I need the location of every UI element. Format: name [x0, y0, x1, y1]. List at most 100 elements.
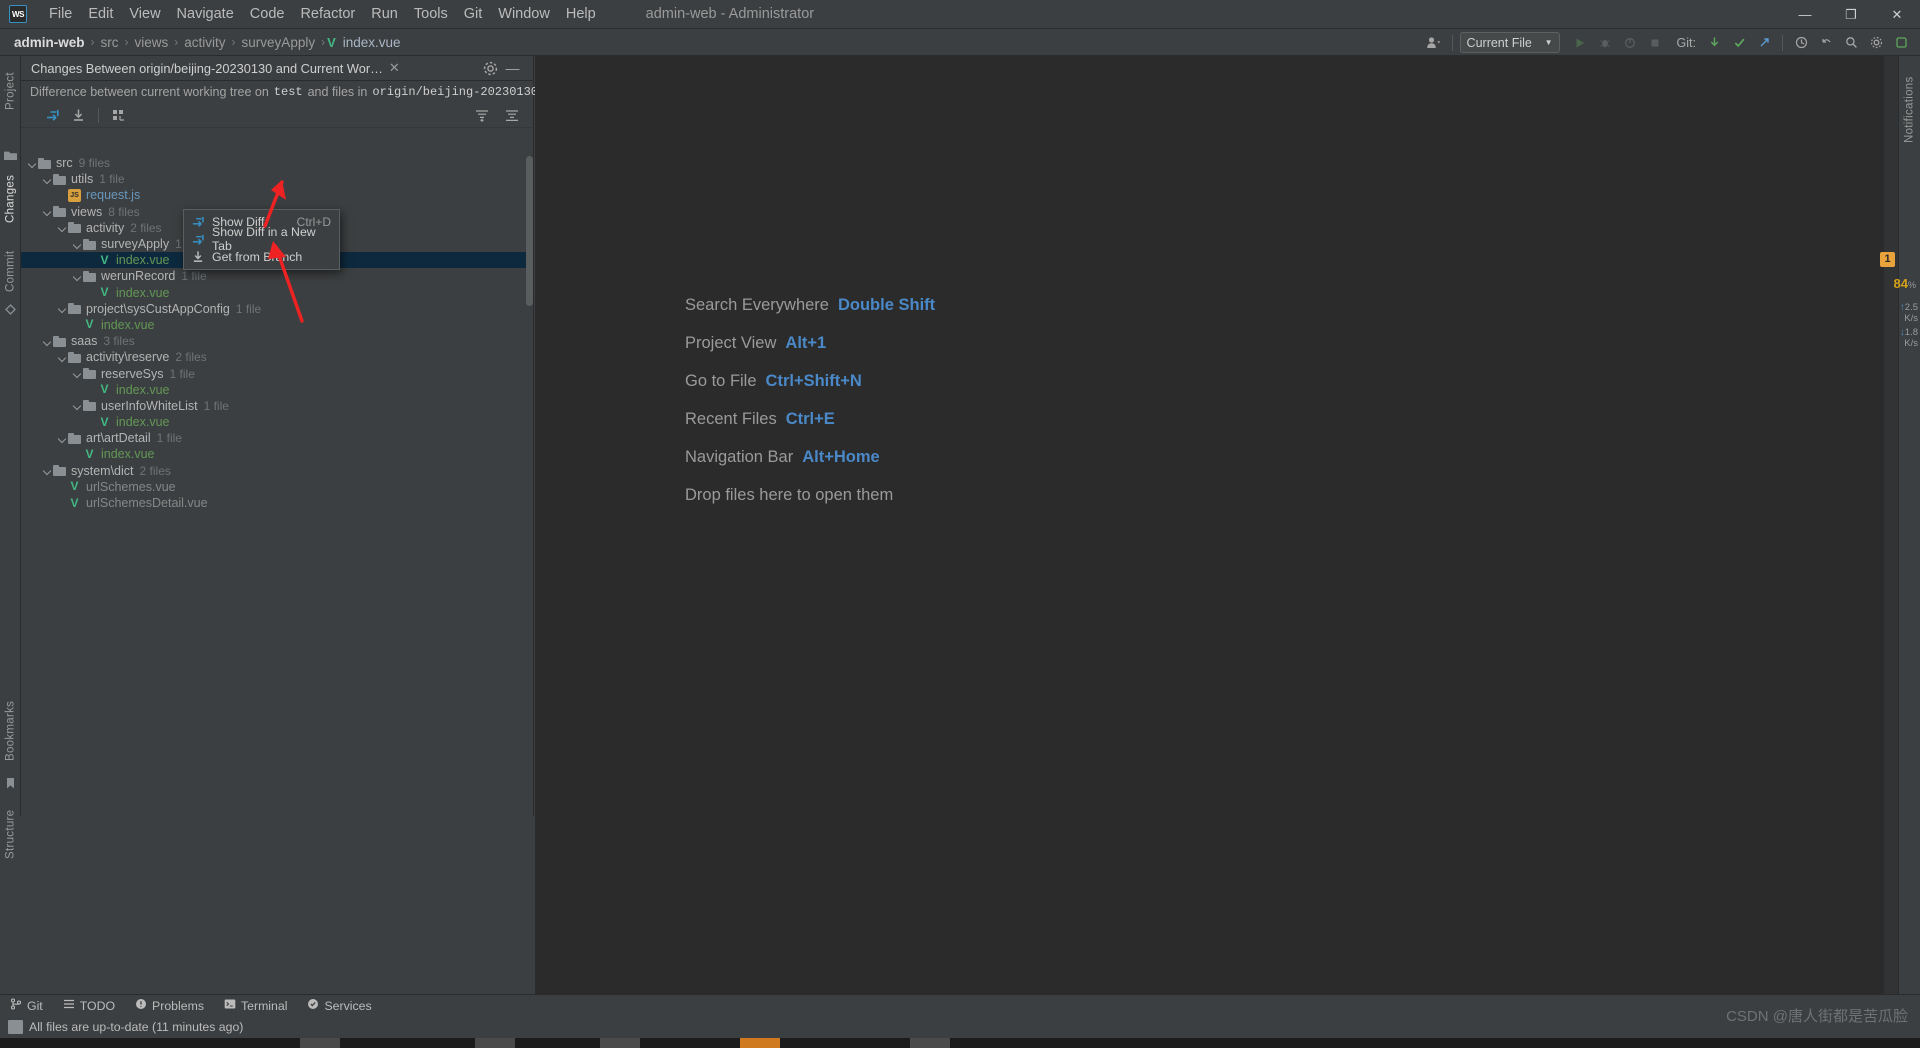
chevron-down-icon[interactable] — [42, 465, 53, 476]
tree-file-row[interactable]: Vindex.vue — [21, 317, 533, 333]
inspection-badge[interactable]: 1 — [1880, 252, 1895, 267]
profile-icon[interactable] — [1619, 32, 1641, 54]
sidebar-item-commit[interactable]: Commit — [0, 242, 21, 300]
tree-folder-row[interactable]: project\sysCustAppConfig 1 file — [21, 301, 533, 317]
collapse-all-icon[interactable] — [501, 104, 523, 126]
menu-refactor[interactable]: Refactor — [292, 3, 363, 25]
minimize-button[interactable]: — — [1782, 0, 1828, 29]
menu-view[interactable]: View — [121, 3, 168, 25]
chevron-down-icon[interactable] — [72, 368, 83, 379]
chevron-down-icon[interactable] — [42, 206, 53, 217]
watermark: CSDN @唐人街都是苦瓜脸 — [1726, 1008, 1908, 1025]
chevron-down-icon[interactable] — [72, 400, 83, 411]
folder-icon — [83, 238, 96, 250]
maximize-button[interactable]: ❐ — [1828, 0, 1874, 29]
show-diff-icon[interactable] — [41, 104, 63, 126]
menu-run[interactable]: Run — [363, 3, 406, 25]
tree-file-row[interactable]: Vindex.vue — [21, 446, 533, 462]
menu-code[interactable]: Code — [242, 3, 293, 25]
bottom-tab-terminal[interactable]: Terminal — [214, 995, 297, 1017]
menu-tools[interactable]: Tools — [406, 3, 456, 25]
debug-icon[interactable] — [1594, 32, 1616, 54]
tree-file-row[interactable]: Vindex.vue — [21, 382, 533, 398]
chevron-down-icon[interactable] — [27, 158, 38, 169]
tree-folder-row[interactable]: art\artDetail 1 file — [21, 430, 533, 446]
tree-folder-row[interactable]: src 9 files — [21, 155, 533, 171]
chevron-down-icon[interactable] — [42, 174, 53, 185]
menu-git[interactable]: Git — [456, 3, 491, 25]
chevron-down-icon[interactable] — [57, 222, 68, 233]
taskbar-item[interactable] — [910, 1038, 950, 1048]
tree-folder-row[interactable]: system\dict 2 files — [21, 463, 533, 479]
tree-folder-row[interactable]: reserveSys 1 file — [21, 365, 533, 381]
shortcut-key: Double Shift — [837, 296, 936, 314]
menu-help[interactable]: Help — [558, 3, 604, 25]
bottom-tab-git[interactable]: Git — [0, 995, 53, 1017]
tree-file-row[interactable]: VurlSchemesDetail.vue — [21, 495, 533, 511]
tree-folder-row[interactable]: utils 1 file — [21, 171, 533, 187]
plugin-icon[interactable] — [1890, 32, 1912, 54]
memory-indicator[interactable]: 84% — [1894, 276, 1916, 291]
breadcrumb-item-activity[interactable]: activity — [180, 33, 229, 52]
chevron-down-icon[interactable] — [72, 239, 83, 250]
expand-all-icon[interactable] — [471, 104, 493, 126]
history-icon[interactable] — [1790, 32, 1812, 54]
group-by-icon[interactable] — [108, 104, 130, 126]
close-icon[interactable]: ✕ — [389, 60, 400, 76]
sidebar-item-changes[interactable]: Changes — [0, 166, 21, 232]
download-icon[interactable] — [67, 104, 89, 126]
git-push-icon[interactable] — [1753, 32, 1775, 54]
breadcrumb-root[interactable]: admin-web — [10, 33, 89, 52]
minimize-icon[interactable]: — — [504, 60, 521, 77]
settings-icon[interactable] — [1865, 32, 1887, 54]
context-menu-item-show-diff-new-tab[interactable]: Show Diff in a New Tab — [184, 225, 339, 253]
taskbar-item[interactable] — [475, 1038, 515, 1048]
taskbar-item[interactable] — [600, 1038, 640, 1048]
sidebar-item-project[interactable]: Project — [0, 60, 21, 122]
todo-icon — [63, 998, 75, 1013]
window-title: admin-web - Administrator — [645, 6, 815, 22]
search-icon[interactable] — [1840, 32, 1862, 54]
close-button[interactable]: ✕ — [1874, 0, 1920, 29]
user-icon[interactable] — [1423, 32, 1445, 54]
tree-file-row[interactable]: Vindex.vue — [21, 285, 533, 301]
bottom-tab-todo[interactable]: TODO — [53, 995, 125, 1017]
run-configuration-selector[interactable]: Current File ▼ — [1459, 32, 1560, 53]
breadcrumb-item-src[interactable]: src — [97, 33, 123, 52]
run-icon[interactable] — [1569, 32, 1591, 54]
git-commit-icon[interactable] — [1728, 32, 1750, 54]
stop-icon[interactable] — [1644, 32, 1666, 54]
git-update-icon[interactable] — [1703, 32, 1725, 54]
undo-icon[interactable] — [1815, 32, 1837, 54]
tree-file-row[interactable]: JS request.js — [21, 187, 533, 203]
menu-window[interactable]: Window — [490, 3, 558, 25]
taskbar-item[interactable] — [300, 1038, 340, 1048]
bottom-tab-problems[interactable]: Problems — [125, 995, 214, 1017]
tree-file-row[interactable]: Vindex.vue — [21, 414, 533, 430]
gear-icon[interactable] — [482, 60, 499, 77]
sidebar-item-structure[interactable]: Structure — [0, 796, 21, 872]
chevron-down-icon[interactable] — [57, 352, 68, 363]
chevron-down-icon[interactable] — [42, 336, 53, 347]
sidebar-item-bookmarks[interactable]: Bookmarks — [0, 692, 21, 770]
menu-navigate[interactable]: Navigate — [169, 3, 242, 25]
tree-folder-row[interactable]: activity\reserve 2 files — [21, 349, 533, 365]
tree-folder-row[interactable]: werunRecord 1 file — [21, 268, 533, 284]
tree-file-row[interactable]: VurlSchemes.vue — [21, 479, 533, 495]
breadcrumb-file[interactable]: index.vue — [339, 33, 405, 52]
menu-edit[interactable]: Edit — [80, 3, 121, 25]
tree-folder-row[interactable]: userInfoWhiteList 1 file — [21, 398, 533, 414]
chevron-down-icon[interactable] — [72, 271, 83, 282]
breadcrumb-item-surveyapply[interactable]: surveyApply — [238, 33, 320, 52]
editor-empty-area[interactable]: Search Everywhere Double Shift Project V… — [535, 56, 1884, 1000]
chevron-down-icon[interactable] — [57, 433, 68, 444]
changes-tab-title[interactable]: Changes Between origin/beijing-20230130 … — [21, 61, 383, 76]
changes-scrollbar[interactable] — [526, 156, 533, 306]
menu-file[interactable]: File — [41, 3, 80, 25]
bottom-tab-services[interactable]: Services — [297, 995, 381, 1017]
tree-folder-row[interactable]: saas 3 files — [21, 333, 533, 349]
chevron-down-icon[interactable] — [57, 303, 68, 314]
taskbar-item-active[interactable] — [740, 1038, 780, 1048]
sidebar-item-notifications[interactable]: Notifications — [1899, 62, 1920, 158]
breadcrumb-item-views[interactable]: views — [131, 33, 173, 52]
